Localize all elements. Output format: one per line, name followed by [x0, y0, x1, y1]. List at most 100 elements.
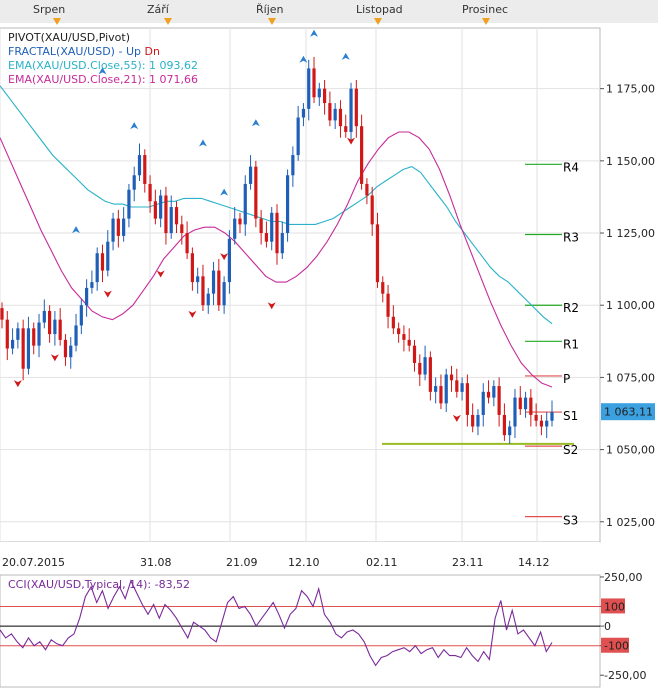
candle-body-down	[32, 328, 36, 346]
cci-axis: 250,00 100 0 -100 -250,00	[600, 571, 646, 682]
candle-body-up	[492, 386, 496, 398]
candle-body-down	[534, 414, 538, 421]
candle-body-up	[317, 88, 321, 98]
candle-body-up	[434, 386, 438, 392]
price-tick-label: 1 075,00	[606, 371, 655, 384]
cci-tick-label: -250,00	[604, 669, 646, 682]
candle-body-down	[217, 270, 221, 306]
month-label-listopad: Listopad	[356, 3, 403, 16]
candle-body-down	[386, 293, 390, 317]
candle-body-down	[21, 328, 25, 369]
candle-body-down	[47, 310, 52, 335]
price-tick-label: 1 100,00	[606, 299, 655, 312]
candle-body-down	[153, 201, 157, 219]
candle-body-up	[545, 420, 549, 427]
candle-body-up	[270, 212, 274, 242]
candle-body-down	[312, 68, 316, 98]
candle-body-down	[407, 339, 411, 346]
candle-body-down	[539, 420, 544, 427]
legend-cci: CCI(XAU/USD,Typical, 14): -83,52	[8, 578, 190, 591]
pivot-label-s3: S3	[563, 514, 578, 528]
candle-body-down	[365, 183, 369, 196]
date-tick-label: 02.11	[366, 556, 398, 569]
pivot-label-r4: R4	[563, 160, 579, 174]
candle-body-up	[132, 175, 136, 190]
month-label-srpen: Srpen	[33, 3, 65, 16]
candle-body-up	[196, 276, 200, 283]
legend-fractal-sep: -	[118, 45, 122, 58]
legend-fractal-dn: Dn	[145, 45, 160, 58]
candle-body-up	[476, 414, 480, 427]
candle-body-up	[423, 357, 427, 375]
candle-body-down	[497, 386, 501, 415]
date-tick-label: 20.07.2015	[2, 556, 65, 569]
candle-body-up	[523, 397, 528, 410]
price-tag: 1 063,11	[601, 403, 655, 421]
candle-body-up	[53, 319, 57, 335]
price-tick-label: 1 025,00	[606, 516, 655, 529]
candle-body-up	[222, 282, 226, 306]
candle-body-down	[465, 383, 469, 415]
candle-body-up	[90, 282, 94, 288]
legend-fractal-name: FRACTAL(XAU/USD)	[8, 45, 115, 58]
candle-body-up	[26, 328, 31, 369]
candle-body-up	[248, 166, 253, 184]
month-label-rijen: Říjen	[256, 3, 284, 16]
pivot-label-p: P	[563, 372, 570, 386]
price-tick-label: 1 125,00	[606, 227, 655, 240]
candle-body-down	[180, 224, 184, 234]
date-tick-label: 14.12	[518, 556, 550, 569]
date-axis: 20.07.2015 31.08 21.09 12.10 02.11 23.11 14.12	[0, 542, 600, 575]
chart-canvas[interactable]: Srpen Září Říjen Listopad Prosinec 1 025…	[0, 0, 658, 689]
candle-body-down	[100, 253, 105, 271]
cci-plot-frame	[0, 574, 601, 688]
candle-body-up	[10, 339, 15, 349]
candle-body-up	[227, 238, 232, 283]
candle-body-up	[444, 374, 448, 404]
candle-body-down	[275, 212, 279, 254]
candle-body-down	[174, 207, 179, 225]
candle-body-down	[338, 108, 343, 127]
candle-body-down	[344, 126, 348, 132]
candle-body-down	[391, 316, 395, 329]
candle-body-down	[439, 386, 443, 404]
price-tick-label: 1 050,00	[606, 444, 655, 457]
candle-body-up	[169, 207, 173, 234]
legend-fractal: FRACTAL(XAU/USD) - Up Dn	[8, 45, 160, 58]
pivot-label-r2: R2	[563, 301, 579, 315]
candle-body-down	[449, 374, 454, 381]
candle-body-down	[238, 218, 242, 225]
legend-fractal-up: Up	[126, 45, 141, 58]
price-plot-frame	[0, 27, 601, 543]
candle-body-up	[106, 241, 110, 271]
pivot-label-s2: S2	[563, 443, 578, 457]
pivot-label-r1: R1	[563, 337, 579, 351]
date-tick-label: 23.11	[452, 556, 484, 569]
candle-body-down	[428, 357, 432, 392]
candle-body-up	[127, 189, 131, 219]
candle-body-down	[502, 414, 507, 436]
candle-body-down	[185, 233, 189, 254]
pivot-label-s1: S1	[563, 409, 578, 423]
candle-body-down	[412, 345, 417, 363]
candle-body-down	[354, 88, 358, 127]
date-tick-label: 21.09	[226, 556, 258, 569]
candle-body-up	[37, 322, 41, 346]
candle-body-up	[111, 218, 115, 242]
date-tick-label: 12.10	[288, 556, 320, 569]
candle-body-up	[95, 253, 99, 283]
cci-tick-label: 0	[604, 620, 611, 633]
pivot-label-r3: R3	[563, 230, 579, 244]
candle-body-down	[322, 88, 327, 104]
cci-tick-label: -100	[604, 640, 629, 653]
candle-body-up	[291, 155, 295, 176]
candle-body-down	[116, 218, 120, 236]
candle-body-up	[79, 305, 83, 326]
price-tick-label: 1 175,00	[606, 83, 655, 96]
top-month-bar: Srpen Září Říjen Listopad Prosinec	[0, 0, 658, 25]
candle-body-up	[69, 345, 73, 358]
candle-body-up	[85, 287, 89, 306]
candle-body-down	[143, 155, 147, 184]
month-label-prosinec: Prosinec	[462, 3, 508, 16]
candle-body-down	[5, 319, 9, 349]
